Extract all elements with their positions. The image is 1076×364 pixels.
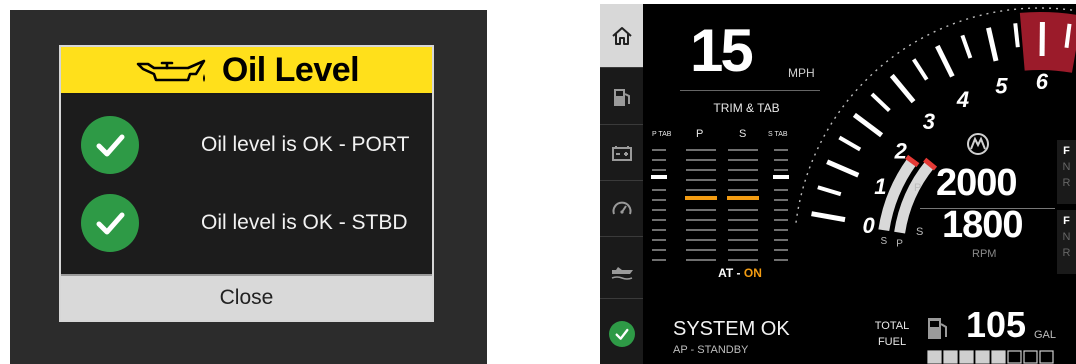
rpm-stbd-value: 1800 bbox=[942, 204, 1024, 246]
fuel-segment bbox=[1039, 350, 1054, 364]
tach-tick bbox=[870, 92, 891, 113]
close-button[interactable]: Close bbox=[61, 274, 432, 320]
tach-tick bbox=[817, 185, 842, 197]
gear-n: N bbox=[1062, 161, 1071, 173]
gear-f: F bbox=[1063, 145, 1070, 157]
tach-scale-label: 0 bbox=[863, 213, 876, 238]
tach-scale-label: 3 bbox=[923, 109, 935, 134]
tach-scale-label: 2 bbox=[894, 139, 908, 164]
tach-tick bbox=[889, 73, 916, 104]
fuel-segment bbox=[943, 350, 958, 364]
tach-tick bbox=[811, 211, 846, 223]
oil-status-row-port: Oil level is OK - PORT bbox=[81, 115, 421, 175]
oil-level-dialog: Oil Level Oil level is OK - PORT Oil lev… bbox=[59, 45, 434, 322]
fuel-segment bbox=[959, 350, 974, 364]
dialog-header: Oil Level bbox=[61, 47, 432, 95]
gear-n: N bbox=[1062, 231, 1071, 243]
rpm-port-value: 2000 bbox=[936, 162, 1018, 204]
oil-can-icon bbox=[136, 59, 206, 82]
tach-tick bbox=[838, 135, 862, 152]
tach-bar-label: P bbox=[896, 239, 903, 250]
tachometer: 012345 6PS bbox=[795, 7, 1076, 250]
fuel-level-bar bbox=[927, 350, 1054, 364]
dialog-title: Oil Level bbox=[221, 50, 360, 89]
tach-tick bbox=[912, 58, 929, 81]
system-status: SYSTEM OK bbox=[673, 318, 790, 340]
rpm-stbd-label: S bbox=[916, 226, 924, 238]
nav-status-button[interactable] bbox=[600, 304, 643, 364]
tach-tick bbox=[935, 44, 955, 78]
gear-r: R bbox=[1062, 247, 1071, 259]
oil-status-text: Oil level is OK - STBD bbox=[201, 211, 408, 234]
fuel-pump-icon bbox=[928, 318, 947, 339]
fuel-segment bbox=[991, 350, 1006, 364]
tach-bar-label: S bbox=[880, 236, 887, 247]
helm-dashboard: 15 MPH TRIM & TAB P TAB P S S TAB AT - O… bbox=[600, 4, 1076, 364]
fuel-value: 105 bbox=[966, 304, 1027, 345]
tach-tick bbox=[826, 159, 860, 178]
gear-f: F bbox=[1063, 215, 1070, 227]
tach-tick bbox=[852, 112, 884, 138]
fuel-label: TOTAL FUEL bbox=[872, 318, 912, 350]
fuel-segment bbox=[975, 350, 990, 364]
oil-status-row-stbd: Oil level is OK - STBD bbox=[81, 193, 421, 253]
gear-indicator-stbd: F N R bbox=[1057, 210, 1076, 274]
oil-level-screen: Oil Level Oil level is OK - PORT Oil lev… bbox=[10, 10, 487, 364]
tach-scale-label: 5 bbox=[995, 73, 1008, 98]
check-icon bbox=[81, 116, 139, 174]
fuel-label-line1: TOTAL bbox=[874, 320, 910, 332]
mercury-logo-icon bbox=[967, 133, 989, 155]
gear-r: R bbox=[1062, 177, 1071, 189]
fuel-segment bbox=[1023, 350, 1038, 364]
tach-tick bbox=[960, 34, 973, 59]
check-icon bbox=[608, 321, 635, 347]
gear-indicator-port: F N R bbox=[1057, 140, 1076, 204]
tach-scale-label: 4 bbox=[956, 87, 969, 112]
fuel-segment bbox=[927, 350, 942, 364]
tach-scale-label: 6 bbox=[1036, 69, 1049, 94]
tach-tick bbox=[1013, 23, 1020, 48]
check-icon bbox=[81, 194, 139, 252]
oil-status-text: Oil level is OK - PORT bbox=[201, 133, 410, 156]
fuel-segment bbox=[1007, 350, 1022, 364]
fuel-unit: GAL bbox=[1034, 329, 1057, 341]
tach-scale-label: 1 bbox=[874, 174, 886, 199]
autopilot-status: AP - STANDBY bbox=[673, 344, 749, 356]
fuel-label-line2: FUEL bbox=[877, 336, 907, 348]
rpm-unit: RPM bbox=[972, 248, 997, 260]
tach-tick bbox=[986, 27, 999, 62]
rpm-port-label: P bbox=[914, 182, 922, 194]
